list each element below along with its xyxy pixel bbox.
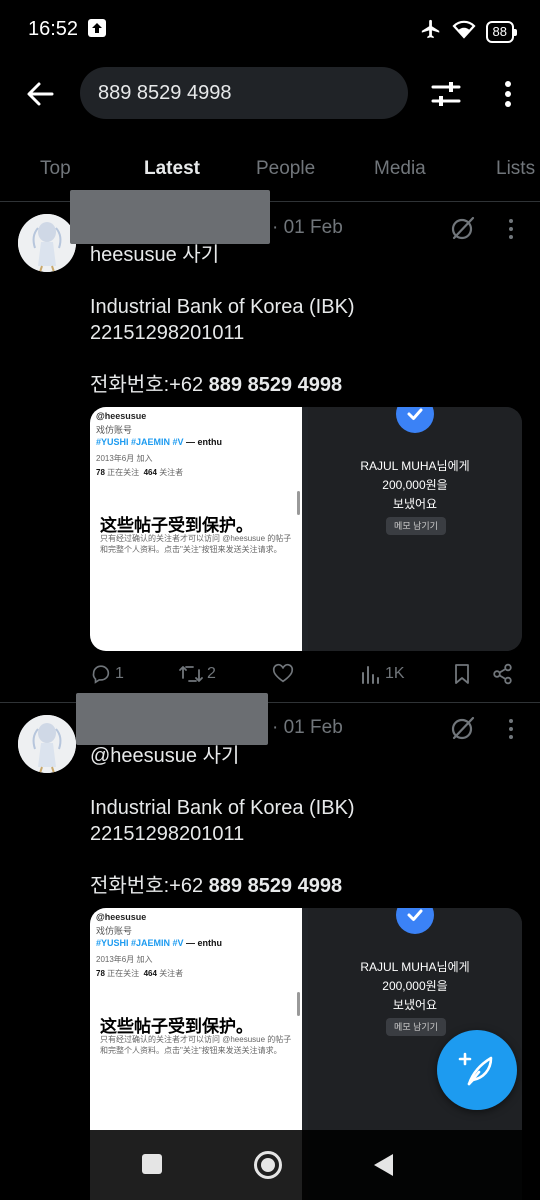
share-icon [493, 663, 512, 685]
share-button[interactable] [492, 663, 514, 685]
wifi-icon [452, 18, 476, 45]
repost-count: 2 [207, 665, 216, 682]
payment-text: RAJUL MUHA님에게 200,000원을 보냈어요 [360, 960, 470, 1012]
comment-icon [92, 665, 110, 684]
tab-top[interactable]: Top [40, 158, 71, 180]
media-handle: @heesusue [96, 411, 147, 421]
search-query: 889 8529 4998 [98, 81, 232, 104]
tweet-line: 전화번호:+62 889 8529 4998 [90, 372, 520, 398]
tweet-date: · 01 Feb [272, 217, 343, 238]
redacted-name [76, 693, 268, 745]
recents-icon[interactable] [142, 1154, 162, 1174]
nav-back-icon[interactable] [374, 1154, 393, 1176]
avatar[interactable] [18, 715, 76, 773]
views-button[interactable]: 1K [360, 663, 405, 685]
airplane-icon [420, 18, 442, 45]
like-button[interactable] [272, 663, 294, 685]
phone-prefix: 전화번호:+62 [90, 875, 209, 897]
bookmark-button[interactable] [452, 663, 472, 685]
search-filter-sliders-icon[interactable] [428, 76, 464, 112]
media-follow-counts: 78 正在关注 464 关注者 [96, 468, 184, 477]
media-tags: #YUSHI #JAEMIN #V — enthu [96, 437, 223, 447]
tweet-text: @heesusue 사기 Industrial Bank of Korea (I… [90, 743, 520, 899]
home-icon[interactable] [254, 1151, 282, 1179]
tweet-more-icon[interactable] [504, 716, 518, 742]
media-sub: 戏仿账号 [96, 425, 133, 435]
media-protected-desc: 只有经过确认的关注者才可以访问 @heesusue 的帖子和完整个人资料。点击"… [100, 534, 292, 554]
tweet-actions: 1 2 1K [90, 663, 522, 693]
tweet-date: · 01 Feb [272, 717, 343, 738]
tweet-line: 22151298201011 [90, 823, 245, 845]
media-joined: 2013年6月 加入 [96, 454, 153, 463]
repost-button[interactable]: 2 [178, 663, 216, 685]
scrollbar [297, 992, 300, 1016]
heart-icon [272, 663, 294, 683]
battery-indicator: 88 [485, 20, 518, 43]
avatar[interactable] [18, 214, 76, 272]
media-sub: 戏仿账号 [96, 926, 133, 936]
media-handle: @heesusue [96, 912, 147, 922]
tweet-line: @heesusue 사기 [90, 745, 240, 767]
tweet-line: 전화번호:+62 889 8529 4998 [90, 873, 520, 899]
tweet-line: Industrial Bank of Korea (IBK) [90, 797, 355, 819]
tab-people[interactable]: People [256, 158, 315, 180]
tweet-text: heesusue 사기 Industrial Bank of Korea (IB… [90, 242, 520, 398]
grok-icon[interactable] [450, 715, 476, 741]
repost-icon [179, 666, 203, 682]
tweet-line: 22151298201011 [90, 322, 245, 344]
back-arrow-icon[interactable] [22, 76, 58, 112]
redacted-name [70, 190, 270, 244]
feather-plus-icon [458, 1052, 493, 1086]
tab-media[interactable]: Media [374, 158, 426, 180]
status-time: 16:52 [28, 18, 79, 40]
tweet-media[interactable]: @heesusue 戏仿账号 #YUSHI #JAEMIN #V — enthu… [90, 407, 522, 651]
scrollbar [297, 491, 300, 515]
status-bar: 16:52 88 [0, 0, 540, 60]
checkmark-icon [396, 908, 434, 934]
memo-button: 메모 남기기 [386, 517, 446, 535]
media-image-payment[interactable]: RAJUL MUHA님에게 200,000원을 보냈어요 메모 남기기 [308, 407, 522, 651]
tweet-line: Industrial Bank of Korea (IBK) [90, 296, 355, 318]
bookmark-icon [455, 664, 469, 684]
reply-count: 1 [115, 665, 124, 682]
memo-button: 메모 남기기 [386, 1018, 446, 1036]
media-follow-counts: 78 正在关注 464 关注者 [96, 969, 184, 978]
phone-prefix: 전화번호:+62 [90, 374, 209, 396]
compose-button[interactable] [437, 1030, 517, 1110]
tab-latest[interactable]: Latest [144, 158, 200, 180]
tweet-more-icon[interactable] [504, 216, 518, 242]
payment-text: RAJUL MUHA님에게 200,000원을 보냈어요 [360, 459, 470, 511]
search-input[interactable]: 889 8529 4998 [80, 67, 408, 119]
tab-lists[interactable]: Lists [496, 158, 535, 180]
checkmark-icon [396, 407, 434, 433]
bar-chart-icon [362, 666, 379, 684]
tweet-line: heesusue 사기 [90, 244, 220, 266]
phone-highlight: 889 8529 4998 [208, 374, 343, 396]
more-options-icon[interactable] [496, 76, 520, 112]
tweet[interactable]: · 01 Feb heesusue 사기 Industrial Bank of … [0, 190, 540, 702]
media-image-profile[interactable]: @heesusue 戏仿账号 #YUSHI #JAEMIN #V — enthu… [90, 407, 302, 651]
system-nav-bar [0, 1130, 540, 1200]
media-protected-desc: 只有经过确认的关注者才可以访问 @heesusue 的帖子和完整个人资料。点击"… [100, 1035, 292, 1055]
tweet[interactable]: · 01 Feb @heesusue 사기 Industrial Bank of… [0, 693, 540, 1200]
grok-icon[interactable] [450, 215, 476, 241]
reply-button[interactable]: 1 [90, 663, 124, 685]
views-count: 1K [385, 665, 405, 682]
upload-icon [88, 19, 106, 37]
media-joined: 2013年6月 加入 [96, 955, 153, 964]
search-header: 889 8529 4998 [0, 60, 540, 140]
media-tags: #YUSHI #JAEMIN #V — enthu [96, 938, 223, 948]
phone-highlight: 889 8529 4998 [208, 875, 343, 897]
